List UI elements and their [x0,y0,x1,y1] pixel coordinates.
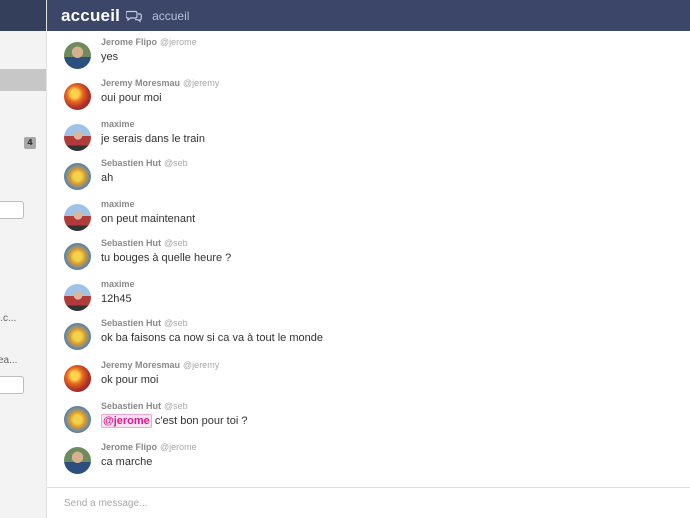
chat-message: maxime je serais dans le train [64,119,664,159]
avatar[interactable] [64,323,91,350]
sidebar: 4 i l.c... ea... i [0,0,47,518]
message-text: tu bouges à quelle heure ? [101,252,232,264]
message-text: 12h45 [101,293,132,305]
chat-message: Sebastien Hut @seb tu bouges à quelle heu… [64,238,664,278]
message-handle[interactable]: @seb [164,318,188,328]
message-text: on peut maintenant [101,213,196,225]
message-list: Jerome Flipo @jerome yes Jeremy Moresmau @… [47,31,690,487]
chat-message: maxime 12h45 [64,279,664,319]
chat-message: Sebastien Hut @seb @jerome c'est bon pour… [64,401,664,441]
avatar[interactable] [64,284,91,311]
avatar[interactable] [64,243,91,270]
message-author[interactable]: maxime [101,119,135,129]
message-handle[interactable]: @seb [164,401,188,411]
message-author[interactable]: Jerome Flipo [101,37,157,47]
chat-message: Jerome Flipo @jerome yes [64,37,664,77]
message-text: ah [101,172,114,184]
message-input[interactable] [64,495,664,511]
message-text: yes [101,51,119,63]
chat-message: Sebastien Hut @seb ok ba faisons ca now s… [64,318,664,358]
user-mention[interactable]: @jerome [101,414,152,428]
message-handle[interactable]: @jeremy [183,78,219,88]
sidebar-item-active[interactable] [0,69,46,91]
avatar[interactable] [64,365,91,392]
message-text: je serais dans le train [101,133,205,145]
avatar[interactable] [64,406,91,433]
sidebar-item-fragment[interactable]: l.c... [0,313,16,324]
message-composer [47,487,690,518]
avatar[interactable] [64,447,91,474]
message-author[interactable]: Sebastien Hut [101,401,161,411]
room-title: accueil [61,5,121,25]
message-handle[interactable]: @jeremy [183,360,219,370]
room-topic: accueil [152,8,190,23]
avatar[interactable] [64,124,91,151]
message-text: ok pour moi [101,374,159,386]
chat-message: maxime on peut maintenant [64,199,664,239]
message-author[interactable]: Jeremy Moresmau [101,78,180,88]
message-handle[interactable]: @jerome [160,442,197,452]
message-text: ok ba faisons ca now si ca va à tout le … [101,332,323,344]
sidebar-header [0,0,46,31]
message-text-content: c'est bon pour toi ? [151,415,248,427]
message-author[interactable]: Jerome Flipo [101,442,157,452]
message-author[interactable]: Sebastien Hut [101,158,161,168]
chat-message: Jerome Flipo @jerome ca marche [64,442,664,482]
message-author[interactable]: Jeremy Moresmau [101,360,180,370]
message-author[interactable]: Sebastien Hut [101,318,161,328]
message-author[interactable]: maxime [101,279,135,289]
message-handle[interactable]: @seb [164,158,188,168]
avatar[interactable] [64,83,91,110]
sidebar-item-fragment[interactable]: ea... [0,355,17,366]
unread-count-badge: 4 [24,137,36,149]
chat-message: Jeremy Moresmau @jeremy oui pour moi [64,78,664,118]
room-header: accueil accueil [47,0,690,31]
avatar[interactable] [64,204,91,231]
message-author[interactable]: Sebastien Hut [101,238,161,248]
avatar[interactable] [64,42,91,69]
sidebar-input[interactable] [0,376,24,394]
chat-message: Jeremy Moresmau @jeremy ok pour moi [64,360,664,400]
message-text: @jerome c'est bon pour toi ? [101,414,248,428]
avatar[interactable] [64,163,91,190]
chat-message: Sebastien Hut @seb ah [64,158,664,198]
message-handle[interactable]: @seb [164,238,188,248]
message-text: oui pour moi [101,92,162,104]
message-author[interactable]: maxime [101,199,135,209]
chat-bubbles-icon [125,9,142,23]
message-handle[interactable]: @jerome [160,37,197,47]
sidebar-input[interactable] [0,201,24,219]
message-text: ca marche [101,456,153,468]
